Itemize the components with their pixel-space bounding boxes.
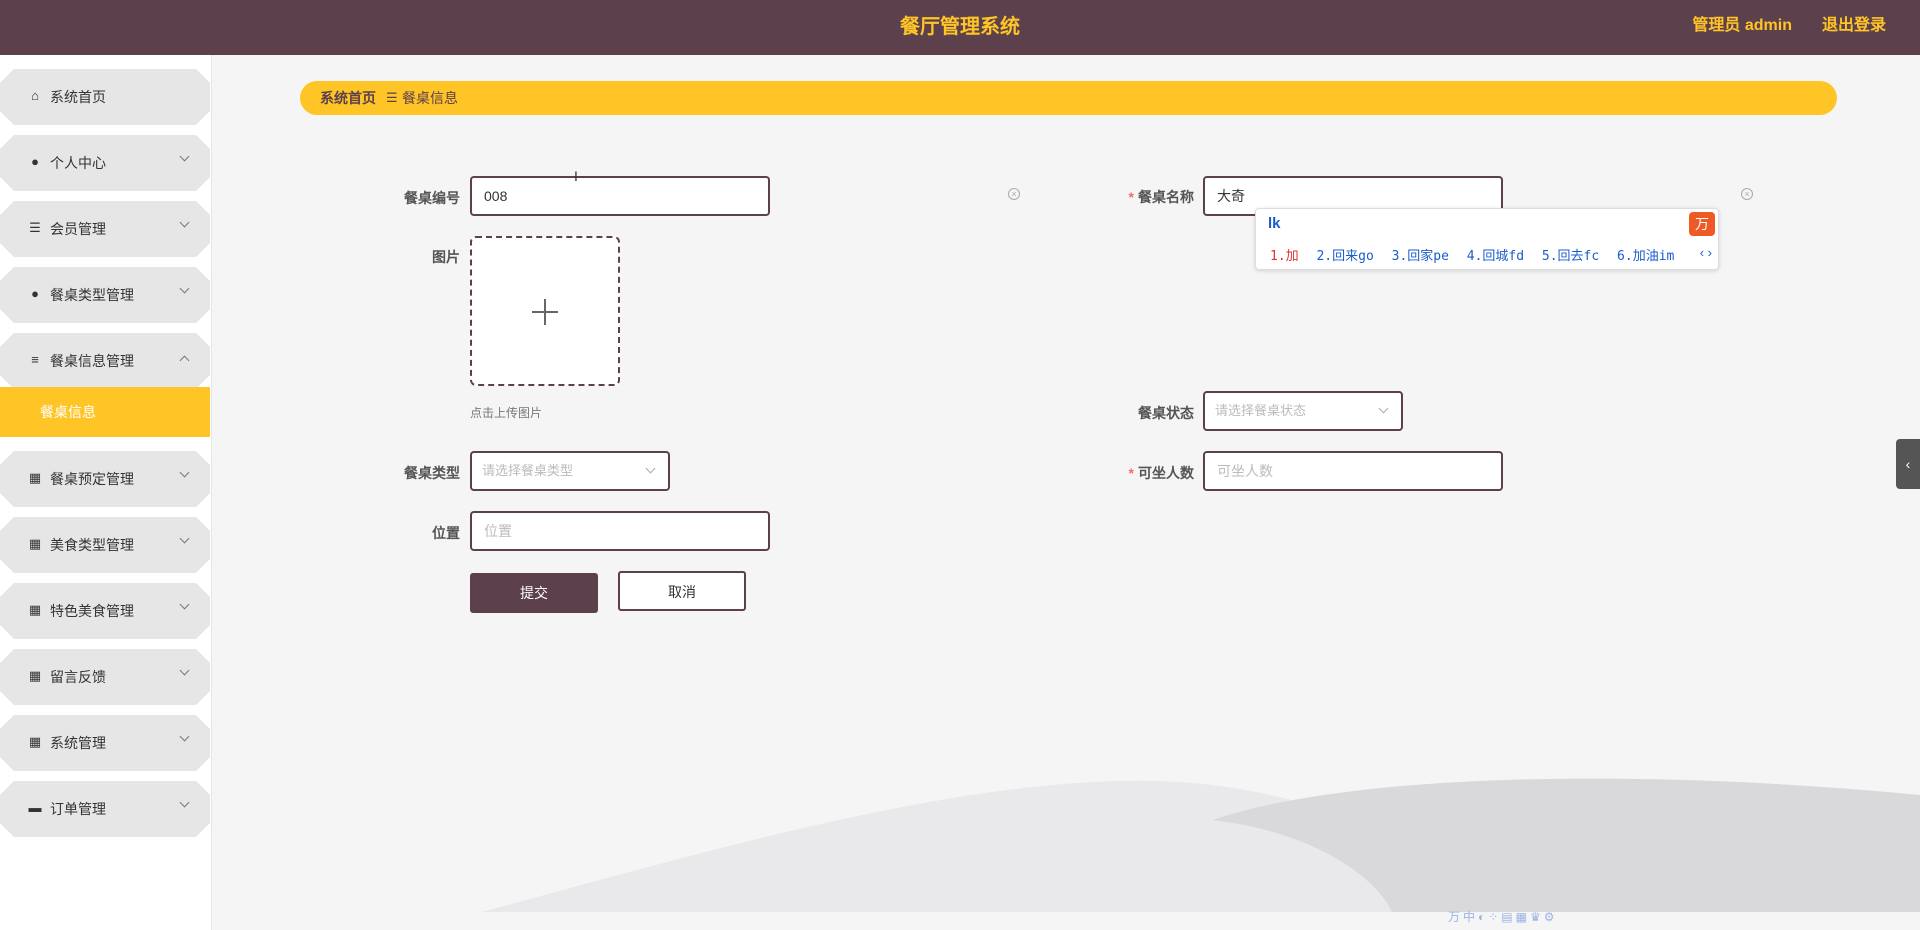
sidebar: ⌂ 系统首页 ● 个人中心 ☰ 会员管理 ● 餐桌类型管理 ≡ 餐桌信息管理 餐… [0, 55, 212, 930]
breadcrumb-current: 餐桌信息 [402, 90, 458, 106]
sidebar-item-featured-food[interactable]: ▦ 特色美食管理 [0, 583, 210, 639]
image-label: 图片 [432, 249, 460, 265]
sidebar-item-system[interactable]: ▦ 系统管理 [0, 715, 210, 771]
upload-hint: 点击上传图片 [470, 406, 543, 420]
grid9-icon: ▦ [28, 602, 42, 617]
sidebar-item-personal[interactable]: ● 个人中心 [0, 135, 210, 191]
sidebar-subitem-label: 餐桌信息 [40, 404, 96, 420]
ime-composition: lk [1268, 215, 1281, 232]
image-upload[interactable] [470, 236, 620, 386]
type-label: 餐桌类型 [404, 465, 460, 481]
sidebar-item-label: 留言反馈 [50, 669, 106, 685]
bulb-icon: ● [31, 286, 39, 301]
sidebar-item-label: 系统首页 [50, 89, 106, 105]
ime-candidate-popup: lk 万 1.加 2.回来go 3.回家pe 4.回城fd 5.回去fc 6.加… [1255, 208, 1719, 270]
sidebar-item-table-types[interactable]: ● 餐桌类型管理 [0, 267, 210, 323]
app-title: 餐厅管理系统 [900, 16, 1020, 38]
grid-icon: ▦ [28, 470, 42, 485]
user-label: 管理员 admin [1692, 17, 1792, 34]
sidebar-item-reservations[interactable]: ▦ 餐桌预定管理 [0, 451, 210, 507]
sidebar-item-label: 系统管理 [50, 735, 106, 751]
type-placeholder: 请选择餐桌类型 [482, 463, 574, 478]
collapse-panel-button[interactable]: ‹ [1896, 439, 1920, 489]
plus-icon [544, 299, 546, 325]
sidebar-item-table-info[interactable]: ≡ 餐桌信息管理 [0, 333, 210, 389]
cancel-button[interactable]: 取消 [618, 571, 746, 611]
list-icon: ☰ [29, 220, 41, 235]
type-select[interactable]: 请选择餐桌类型 [470, 451, 670, 491]
breadcrumb: 系统首页 ☰ 餐桌信息 [300, 81, 1837, 115]
sidebar-item-label: 餐桌预定管理 [50, 471, 134, 487]
location-input[interactable] [470, 511, 770, 551]
status-select[interactable]: 请选择餐桌状态 [1203, 391, 1403, 431]
sidebar-item-label: 特色美食管理 [50, 603, 134, 619]
status-label: 餐桌状态 [1138, 405, 1194, 421]
sidebar-item-label: 会员管理 [50, 221, 106, 237]
background-decoration [482, 778, 1920, 912]
chevron-down-icon [179, 533, 190, 544]
chevron-down-icon [179, 665, 190, 676]
sidebar-item-feedback[interactable]: ▦ 留言反馈 [0, 649, 210, 705]
chevron-down-icon [179, 731, 190, 742]
chevron-up-icon [179, 355, 190, 366]
ime-toolbar: 万中◐⁘▤▦♛⚙ [1448, 908, 1648, 926]
ticket-icon: ▬ [28, 800, 42, 815]
text-cursor-icon: I [574, 168, 578, 184]
table-no-input[interactable] [470, 176, 770, 216]
chevron-down-icon [1378, 403, 1389, 414]
home-icon: ⌂ [31, 88, 39, 103]
sidebar-subitem-table-info[interactable]: 餐桌信息 [0, 387, 210, 437]
table-name-label: * 餐桌名称 [1128, 189, 1194, 205]
seats-label: * 可坐人数 [1128, 465, 1194, 481]
chevron-down-icon [179, 151, 190, 162]
seats-input[interactable] [1203, 451, 1503, 491]
ime-candidate[interactable]: 2.回来go [1316, 249, 1373, 264]
sidebar-item-label: 美食类型管理 [50, 537, 134, 553]
sidebar-item-label: 个人中心 [50, 155, 106, 171]
ime-page-arrows-icon[interactable]: ‹ › [1700, 245, 1712, 260]
ime-candidates: 1.加 2.回来go 3.回家pe 4.回城fd 5.回去fc 6.加油im [1270, 245, 1684, 264]
chevron-down-icon [179, 599, 190, 610]
chevron-down-icon [645, 463, 656, 474]
ime-candidate[interactable]: 6.加油im [1617, 249, 1674, 264]
chevron-left-icon: ‹ [1905, 456, 1911, 472]
chevron-down-icon [179, 283, 190, 294]
ime-candidate[interactable]: 1.加 [1270, 249, 1299, 264]
chevron-down-icon [179, 217, 190, 228]
ime-toolbar-icon: 万中◐⁘▤▦♛⚙ [1448, 910, 1558, 924]
ime-candidate[interactable]: 4.回城fd [1467, 249, 1524, 264]
sidebar-item-label: 餐桌信息管理 [50, 353, 134, 369]
submit-button[interactable]: 提交 [470, 573, 598, 613]
grid-icon: ▦ [28, 734, 42, 749]
ime-candidate[interactable]: 5.回去fc [1542, 249, 1599, 264]
grid-icon: ▦ [28, 668, 42, 683]
grid-icon: ▦ [28, 536, 42, 551]
location-label: 位置 [432, 525, 460, 541]
sidebar-item-label: 餐桌类型管理 [50, 287, 134, 303]
clear-icon[interactable]: × [1741, 188, 1753, 200]
person-icon: ● [31, 154, 39, 169]
breadcrumb-home-link[interactable]: 系统首页 [320, 81, 376, 115]
ime-logo-icon: 万 [1689, 212, 1715, 236]
ime-candidate[interactable]: 3.回家pe [1392, 249, 1449, 264]
sliders-icon: ≡ [31, 352, 39, 367]
clear-icon[interactable]: × [1008, 188, 1020, 200]
sidebar-item-orders[interactable]: ▬ 订单管理 [0, 781, 210, 837]
chevron-down-icon [179, 467, 190, 478]
top-header: 餐厅管理系统 管理员 admin 退出登录 [0, 0, 1920, 55]
sidebar-item-home[interactable]: ⌂ 系统首页 [0, 69, 210, 125]
sidebar-item-label: 订单管理 [50, 801, 106, 817]
table-no-label: 餐桌编号 [404, 190, 460, 206]
breadcrumb-separator-icon: ☰ [386, 90, 398, 105]
sidebar-item-food-types[interactable]: ▦ 美食类型管理 [0, 517, 210, 573]
sidebar-item-members[interactable]: ☰ 会员管理 [0, 201, 210, 257]
logout-button[interactable]: 退出登录 [1822, 0, 1886, 52]
status-placeholder: 请选择餐桌状态 [1215, 403, 1307, 418]
chevron-down-icon [179, 797, 190, 808]
